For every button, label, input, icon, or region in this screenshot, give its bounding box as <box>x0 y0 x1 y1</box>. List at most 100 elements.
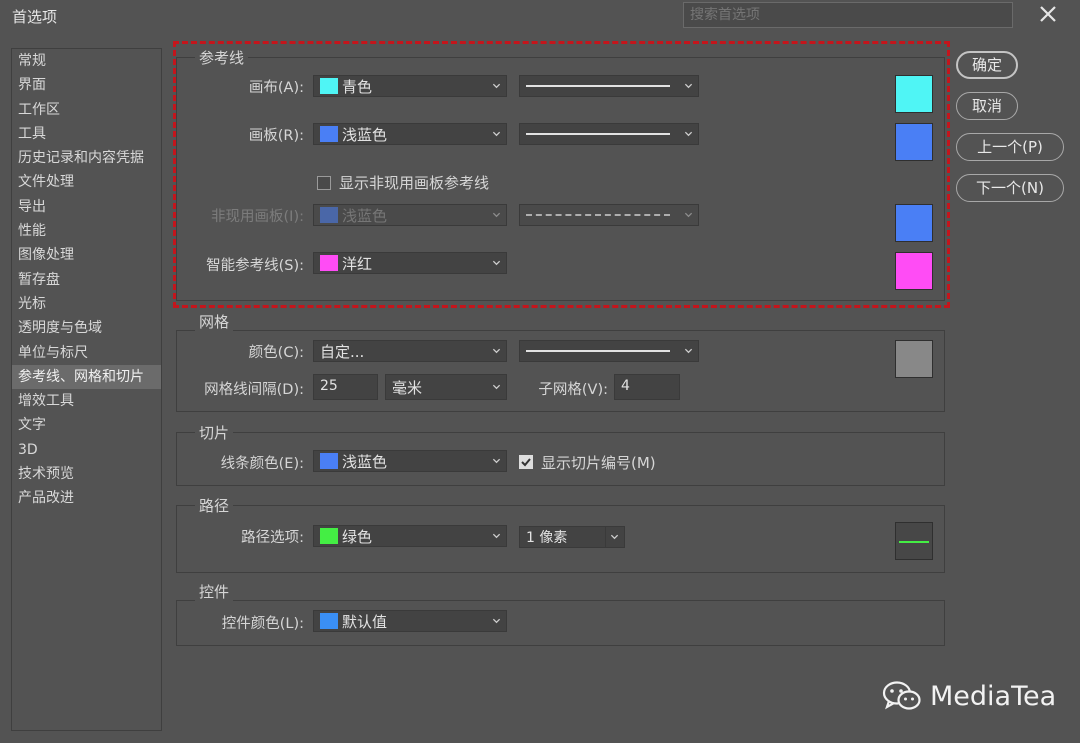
artboard-guide-style-dropdown[interactable] <box>519 123 699 145</box>
chevron-down-icon <box>684 210 693 219</box>
canvas-guide-style-dropdown[interactable] <box>519 75 699 97</box>
artboard-guide-color-swatch[interactable] <box>895 123 933 161</box>
show-slice-numbers-checkbox[interactable] <box>519 455 533 469</box>
grid-color-swatch[interactable] <box>895 340 933 378</box>
artboard-guide-color-dropdown[interactable]: 浅蓝色 <box>313 123 507 145</box>
chevron-down-icon <box>492 346 501 355</box>
path-preview-line <box>899 541 929 543</box>
sidebar-item[interactable]: 暂存盘 <box>12 268 161 292</box>
smart-guides-color-swatch[interactable] <box>895 252 933 290</box>
sidebar-item[interactable]: 文件处理 <box>12 170 161 194</box>
sidebar-item[interactable]: 透明度与色域 <box>12 316 161 340</box>
sidebar-item[interactable]: 技术预览 <box>12 462 161 486</box>
window-title: 首选项 <box>12 8 58 26</box>
grid-unit-dropdown[interactable]: 毫米 <box>385 374 507 400</box>
close-button[interactable] <box>1036 2 1060 26</box>
slice-line-color-value: 浅蓝色 <box>342 452 388 471</box>
smart-guides-color-value: 洋红 <box>342 254 373 273</box>
ok-button[interactable]: 确定 <box>956 51 1018 79</box>
cancel-button[interactable]: 取消 <box>956 92 1018 120</box>
canvas-guide-swatch <box>320 78 338 94</box>
grid-color-dropdown[interactable]: 自定... <box>313 340 507 362</box>
sidebar-item[interactable]: 单位与标尺 <box>12 341 161 365</box>
show-slice-numbers-label: 显示切片编号(M) <box>541 454 656 472</box>
chevron-down-icon <box>684 346 693 355</box>
inactive-artboard-color-value: 浅蓝色 <box>342 206 388 225</box>
grid-spacing-input[interactable]: 25 <box>313 374 378 400</box>
sidebar-list: 常规 界面 工作区 工具 历史记录和内容凭据 文件处理 导出 性能 图像处理 暂存盘 光标 透明度与色… <box>12 49 161 511</box>
search-input[interactable] <box>683 2 1013 28</box>
smart-guides-color-dropdown[interactable]: 洋红 <box>313 252 507 274</box>
chevron-down-icon <box>610 532 619 541</box>
chevron-down-icon <box>492 258 501 267</box>
inactive-artboard-color-swatch[interactable] <box>895 204 933 242</box>
inactive-artboard-swatch <box>320 207 338 223</box>
sidebar-item[interactable]: 参考线、网格和切片 <box>12 364 161 390</box>
inactive-artboard-color-dropdown: 浅蓝色 <box>313 204 507 226</box>
next-button[interactable]: 下一个(N) <box>956 174 1064 202</box>
control-color-value: 默认值 <box>342 612 388 631</box>
path-width-value: 1 像素 <box>526 530 568 546</box>
sidebar-item[interactable]: 性能 <box>12 219 161 243</box>
chevron-down-icon <box>684 81 693 90</box>
solid-line-style <box>526 350 670 352</box>
sidebar-item[interactable]: 导出 <box>12 195 161 219</box>
path-width-dropdown[interactable]: 1 像素 <box>519 526 625 548</box>
grid-title: 网格 <box>195 311 234 332</box>
chevron-down-icon <box>492 210 501 219</box>
sidebar-item[interactable]: 历史记录和内容凭据 <box>12 146 161 170</box>
grid-style-dropdown[interactable] <box>519 340 699 362</box>
artboard-guide-label: 画板(R): <box>248 128 304 144</box>
subdivisions-input[interactable]: 4 <box>614 374 680 400</box>
path-color-swatch-small <box>320 528 338 544</box>
path-color-value: 绿色 <box>342 527 373 546</box>
artboard-guide-swatch <box>320 126 338 142</box>
wechat-icon <box>882 681 921 710</box>
sidebar-item[interactable]: 文字 <box>12 413 161 437</box>
path-options-label: 路径选项: <box>241 530 304 546</box>
artboard-guide-color-value: 浅蓝色 <box>342 125 388 144</box>
path-color-dropdown[interactable]: 绿色 <box>313 525 507 547</box>
controls-title: 控件 <box>195 581 234 602</box>
canvas-guide-label: 画布(A): <box>248 80 304 96</box>
guides-title: 参考线 <box>195 47 249 68</box>
path-preview-swatch <box>895 522 933 560</box>
sidebar-item[interactable]: 工作区 <box>12 98 161 122</box>
sidebar-item[interactable]: 工具 <box>12 122 161 146</box>
show-inactive-artboard-checkbox[interactable] <box>317 176 331 190</box>
grid-color-label: 颜色(C): <box>248 345 304 361</box>
inactive-artboard-label: 非现用画板(I): <box>211 209 304 225</box>
dropdown-divider <box>605 527 606 547</box>
canvas-guide-color-dropdown[interactable]: 青色 <box>313 75 507 97</box>
slice-line-swatch <box>320 453 338 469</box>
grid-spacing-label: 网格线间隔(D): <box>204 382 304 398</box>
slice-line-color-dropdown[interactable]: 浅蓝色 <box>313 450 507 472</box>
chevron-down-icon <box>492 531 501 540</box>
prev-button[interactable]: 上一个(P) <box>956 133 1064 161</box>
canvas-guide-color-value: 青色 <box>342 77 373 96</box>
slice-line-color-label: 线条颜色(E): <box>220 456 304 472</box>
sidebar-item[interactable]: 3D <box>12 438 161 462</box>
control-color-dropdown[interactable]: 默认值 <box>313 610 507 632</box>
sidebar-item[interactable]: 增效工具 <box>12 389 161 413</box>
chevron-down-icon <box>492 382 501 391</box>
dashed-line-style <box>526 214 670 216</box>
sidebar-item[interactable]: 产品改进 <box>12 486 161 510</box>
chevron-down-icon <box>684 129 693 138</box>
sidebar: 常规 界面 工作区 工具 历史记录和内容凭据 文件处理 导出 性能 图像处理 暂存盘 光标 透明度与色… <box>11 48 162 731</box>
watermark: MediaTea <box>882 680 1056 712</box>
sidebar-item[interactable]: 界面 <box>12 73 161 97</box>
control-color-swatch <box>320 613 338 629</box>
sidebar-item[interactable]: 常规 <box>12 49 161 73</box>
sidebar-item[interactable]: 光标 <box>12 292 161 316</box>
chevron-down-icon <box>492 616 501 625</box>
smart-guides-swatch <box>320 255 338 271</box>
solid-line-style <box>526 133 670 135</box>
paths-title: 路径 <box>195 495 234 516</box>
canvas-guide-color-swatch[interactable] <box>895 75 933 113</box>
watermark-text: MediaTea <box>930 680 1057 712</box>
sidebar-item[interactable]: 图像处理 <box>12 243 161 267</box>
checkmark-icon <box>521 458 531 467</box>
grid-color-value: 自定... <box>320 342 365 361</box>
show-inactive-artboard-label: 显示非现用画板参考线 <box>339 174 490 192</box>
